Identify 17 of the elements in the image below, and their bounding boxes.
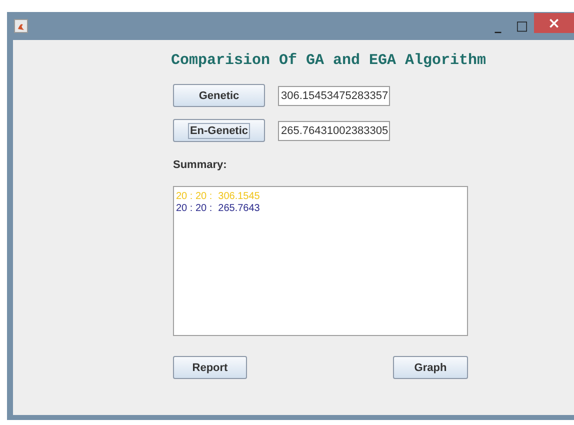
window-heading: Comparision Of GA and EGA Algorithm [171,52,488,70]
result-field[interactable]: 265.76431002383305 [278,120,390,140]
maximize-button[interactable]: □ [510,16,534,36]
summary-time: 20 : 20 : [176,191,212,203]
report-button[interactable]: Report [173,356,247,379]
algorithm-button[interactable]: Genetic [173,84,265,107]
minimize-button[interactable]: _ [486,16,510,36]
close-button[interactable]: × [534,13,574,33]
summary-time: 20 : 20 : [176,203,212,215]
graph-button[interactable]: Graph [393,356,468,379]
summary-area[interactable]: 20 : 20 : 306.1545 20 : 20 : 265.7643 [173,186,468,336]
summary-label: Summary: [173,159,228,171]
app-icon [14,19,28,33]
summary-value: 306.1545 [218,191,260,203]
summary-value: 265.7643 [218,203,260,215]
algorithm-button[interactable]: En-Genetic [173,119,265,142]
result-field[interactable]: 306.15453475283357 [278,86,390,106]
